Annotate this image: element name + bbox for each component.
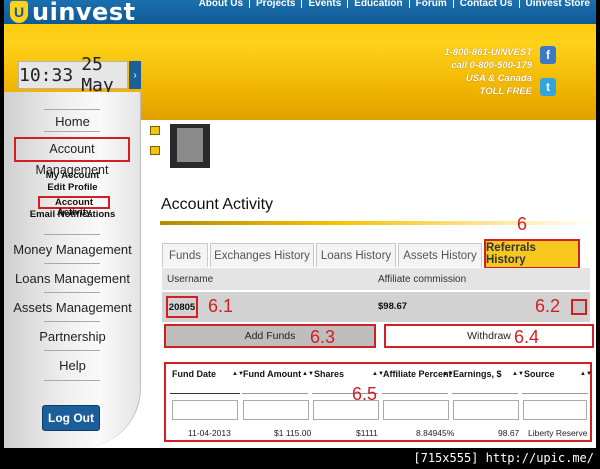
sidebar-subitem-account-activity[interactable]: Account Activity <box>38 196 110 218</box>
cell-source: Liberty Reserve <box>528 428 588 438</box>
browser-page: U uinvest About Us Projects Events Educa… <box>4 0 596 448</box>
nav-link-events[interactable]: Events <box>301 0 347 9</box>
tab-exchanges-history[interactable]: Exchanges History <box>210 243 314 267</box>
tab-referrals-history[interactable]: Referrals History <box>484 239 580 269</box>
column-header-fund-amount[interactable]: Fund Amount <box>243 369 301 379</box>
sidebar-item-assets-management[interactable]: Assets Management <box>4 300 141 315</box>
lock-icon[interactable] <box>150 146 160 155</box>
sidebar-item-money-management[interactable]: Money Management <box>4 242 141 257</box>
divider <box>44 321 100 322</box>
sidebar-subitem-email-notifications[interactable]: Email Notifications <box>4 209 141 220</box>
top-navigation-bar: U uinvest About Us Projects Events Educa… <box>4 0 596 24</box>
phone-line-1: 1-800-861-UINVEST <box>444 47 532 58</box>
sidebar-subitem-my-account[interactable]: My Account <box>4 170 141 181</box>
title-underline <box>160 221 596 225</box>
contact-info: 1-800-861-UINVEST call 0-800-500-179 USA… <box>444 46 532 98</box>
nav-link-contact[interactable]: Contact Us <box>452 0 519 9</box>
column-underline <box>382 393 448 394</box>
screenshot-stage: U uinvest About Us Projects Events Educa… <box>0 0 600 469</box>
column-underline <box>170 393 240 394</box>
divider <box>44 263 100 264</box>
nav-link-store[interactable]: Uinvest Store <box>518 0 596 9</box>
logo-wordmark: uinvest <box>32 0 136 26</box>
divider <box>44 380 100 381</box>
filter-input-earnings[interactable] <box>453 400 519 420</box>
cell-shares: $1111 <box>356 428 378 438</box>
sidebar-item-loans-management[interactable]: Loans Management <box>4 271 141 286</box>
referral-commission: $98.67 <box>378 301 408 312</box>
logo-mark-icon: U <box>10 1 28 23</box>
column-header-shares[interactable]: Shares <box>314 369 344 379</box>
clock-time: 10:33 <box>19 64 74 86</box>
column-header-fund-date[interactable]: Fund Date <box>172 369 216 379</box>
sidebar-subitem-edit-profile[interactable]: Edit Profile <box>4 182 141 193</box>
divider <box>44 234 100 235</box>
column-underline <box>242 393 308 394</box>
referrals-table: Fund Date ▲▼ Fund Amount ▲▼ Shares ▲▼ Af… <box>164 362 592 442</box>
nav-link-about[interactable]: About Us <box>193 0 249 9</box>
page-title: Account Activity <box>161 196 274 213</box>
divider <box>44 350 100 351</box>
sidebar-item-home[interactable]: Home <box>4 114 141 129</box>
contact-toll-free: TOLL FREE <box>479 86 532 97</box>
sort-icon[interactable]: ▲▼ <box>302 371 314 377</box>
image-watermark: [715x555] http://upic.me/ <box>413 451 594 465</box>
filter-input-fund-date[interactable] <box>172 400 238 420</box>
phone-line-2: call 0-800-500-179 <box>451 60 532 71</box>
referral-header-row: Username Affiliate commission <box>162 268 590 290</box>
column-header-earnings[interactable]: Earnings, $ <box>453 369 502 379</box>
site-logo[interactable]: U uinvest <box>10 0 136 26</box>
add-funds-button[interactable]: Add Funds <box>164 324 376 348</box>
annotation-label: 6.5 <box>352 384 378 404</box>
sidebar-item-account-management[interactable]: Account Management <box>14 137 130 177</box>
cell-affiliate-percent: 8.84945% <box>416 428 455 438</box>
withdraw-button[interactable]: Withdraw <box>384 324 594 348</box>
contact-region: USA & Canada <box>465 73 532 84</box>
clock-date: 25 May <box>81 54 114 96</box>
filter-input-source[interactable] <box>523 400 587 420</box>
filter-input-fund-amount[interactable] <box>243 400 309 420</box>
clock-widget: 10:33 25 May <box>18 54 128 96</box>
tab-assets-history[interactable]: Assets History <box>398 243 482 267</box>
clock-toggle-arrow-icon[interactable]: › <box>129 61 141 89</box>
quick-icons <box>150 126 160 166</box>
nav-link-forum[interactable]: Forum <box>408 0 453 9</box>
divider <box>44 292 100 293</box>
cell-fund-date: 11-04-2013 <box>188 428 231 438</box>
sort-icon[interactable]: ▲▼ <box>580 371 592 377</box>
annotation-label: 6.4 <box>514 327 540 347</box>
column-underline <box>522 393 588 394</box>
column-underline <box>452 393 518 394</box>
divider <box>44 131 100 132</box>
column-header-source[interactable]: Source <box>524 369 555 379</box>
cell-earnings: 98.67 <box>498 428 520 438</box>
avatar[interactable] <box>177 128 203 162</box>
top-nav-links: About Us Projects Events Education Forum… <box>193 0 596 9</box>
sidebar-item-partnership[interactable]: Partnership <box>4 329 141 344</box>
nav-link-projects[interactable]: Projects <box>249 0 301 9</box>
twitter-icon[interactable]: t <box>540 78 556 96</box>
nav-link-education[interactable]: Education <box>347 0 408 9</box>
annotation-label: 6.1 <box>208 296 234 316</box>
divider <box>44 109 100 110</box>
referral-username: 20805 <box>166 296 198 318</box>
annotation-label: 6 <box>517 214 528 234</box>
annotation-label: 6.2 <box>535 296 561 316</box>
facebook-icon[interactable]: f <box>540 46 556 64</box>
tab-funds[interactable]: Funds <box>162 243 208 267</box>
logout-button[interactable]: Log Out <box>42 405 100 431</box>
username-header: Username <box>167 274 214 285</box>
mail-icon[interactable] <box>150 126 160 135</box>
sidebar-item-help[interactable]: Help <box>4 358 141 373</box>
annotation-label: 6.3 <box>310 327 336 347</box>
filter-input-affiliate-percent[interactable] <box>383 400 449 420</box>
cell-fund-amount: $1 115.00 <box>274 428 312 438</box>
tab-loans-history[interactable]: Loans History <box>316 243 396 267</box>
sort-icon[interactable]: ▲▼ <box>512 371 524 377</box>
commission-header: Affiliate commission <box>378 274 467 285</box>
row-action-button[interactable] <box>571 299 587 315</box>
